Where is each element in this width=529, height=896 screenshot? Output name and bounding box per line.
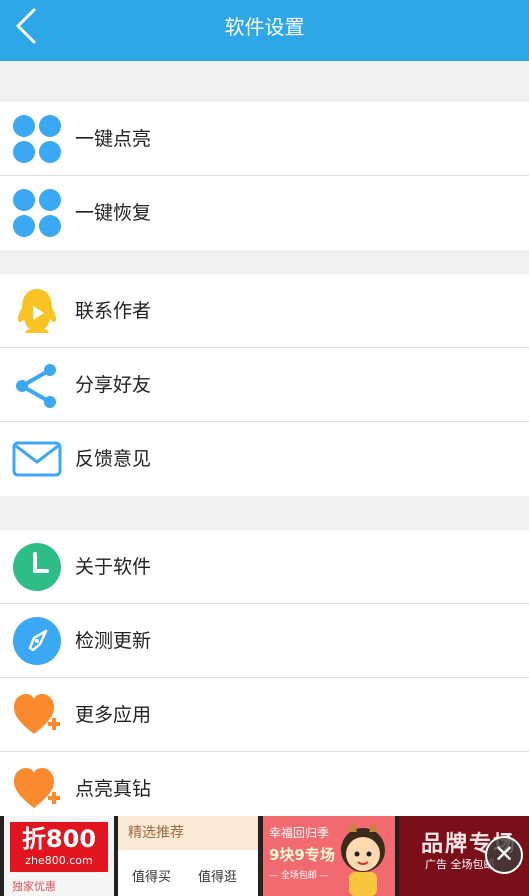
setting-item-label: 一键点亮 bbox=[75, 128, 152, 150]
ad-text: — 全场包邮 — bbox=[269, 871, 329, 881]
setting-item-restore-all[interactable]: 一键恢复 bbox=[0, 176, 529, 250]
setting-item-share-friends[interactable]: 分享好友 bbox=[0, 348, 529, 422]
mail-icon bbox=[12, 441, 62, 477]
setting-item-about[interactable]: 关于软件 bbox=[0, 530, 529, 604]
qq-penguin-icon bbox=[18, 289, 56, 333]
setting-item-label: 反馈意见 bbox=[75, 448, 152, 470]
ad-recommend-title: 精选推荐 bbox=[118, 816, 258, 850]
ad-brand-name: 折800 bbox=[21, 825, 97, 853]
setting-item-light-all[interactable]: 一键点亮 bbox=[0, 102, 529, 176]
compass-icon bbox=[13, 617, 61, 665]
setting-item-feedback[interactable]: 反馈意见 bbox=[0, 422, 529, 496]
ad-sub-text: 独家优惠 bbox=[12, 880, 56, 893]
ad-text: 广告 全场包邮 bbox=[425, 858, 495, 871]
ad-text: 幸福回归季 bbox=[269, 826, 330, 840]
ad-zhe800[interactable]: 折800 zhe800.com 独家优惠 bbox=[4, 816, 114, 896]
ad-banner: 折800 zhe800.com 独家优惠 精选推荐 值得买 值得逛 幸福回归季 … bbox=[0, 816, 529, 896]
ad-brand-domain: zhe800.com bbox=[25, 854, 93, 867]
cartoon-girl-icon bbox=[341, 822, 385, 896]
ad-recommend[interactable]: 精选推荐 值得买 值得逛 bbox=[118, 816, 258, 896]
setting-item-label: 关于软件 bbox=[75, 556, 152, 578]
share-icon bbox=[16, 364, 56, 408]
close-icon: ✕ bbox=[493, 840, 515, 868]
grid-dots-icon bbox=[13, 189, 61, 237]
setting-item-check-update[interactable]: 检测更新 bbox=[0, 604, 529, 678]
clock-icon bbox=[13, 543, 61, 591]
ad-link-worth-browse[interactable]: 值得逛 bbox=[198, 866, 237, 885]
ad-close-button[interactable]: ✕ bbox=[485, 836, 523, 874]
setting-item-label: 点亮真钻 bbox=[75, 778, 152, 800]
setting-item-label: 更多应用 bbox=[75, 704, 152, 726]
setting-item-contact-author[interactable]: 联系作者 bbox=[0, 274, 529, 348]
ad-text: 9块9专场 bbox=[269, 846, 335, 864]
page-title: 软件设置 bbox=[224, 15, 305, 39]
setting-item-label: 检测更新 bbox=[75, 630, 152, 652]
ad-nine-yuan[interactable]: 幸福回归季 9块9专场 — 全场包邮 — bbox=[263, 816, 395, 896]
setting-item-light-diamond[interactable]: 点亮真钻 bbox=[0, 752, 529, 826]
heart-plus-icon bbox=[14, 768, 60, 808]
heart-plus-icon bbox=[14, 694, 60, 734]
setting-item-label: 联系作者 bbox=[75, 300, 152, 322]
grid-dots-icon bbox=[13, 115, 61, 163]
title-bar: 软件设置 bbox=[0, 0, 529, 61]
ad-brand-logo: 折800 zhe800.com bbox=[10, 822, 108, 872]
setting-item-label: 分享好友 bbox=[75, 374, 152, 396]
setting-item-label: 一键恢复 bbox=[75, 202, 152, 224]
ad-link-worth-buy[interactable]: 值得买 bbox=[132, 866, 171, 885]
setting-item-more-apps[interactable]: 更多应用 bbox=[0, 678, 529, 752]
